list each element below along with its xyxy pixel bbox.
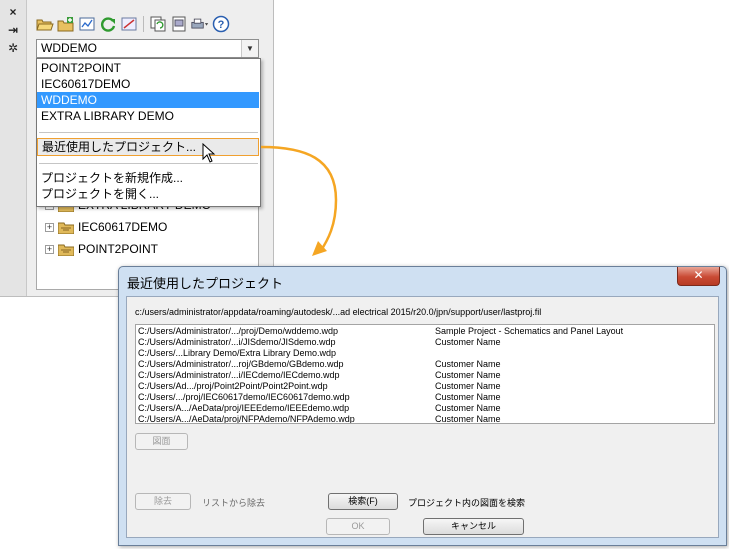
tree-item[interactable]: + POINT2POINT <box>45 240 158 258</box>
project-description: Customer Name <box>435 337 501 347</box>
expand-icon[interactable]: + <box>45 244 54 254</box>
dropdown-item-iec60617demo[interactable]: IEC60617DEMO <box>37 76 259 92</box>
close-icon[interactable]: × <box>6 5 20 19</box>
dropdown-item-wddemo[interactable]: WDDEMO <box>37 92 259 108</box>
plot-icon[interactable] <box>191 15 209 33</box>
dropdown-item-open-project[interactable]: プロジェクトを開く... <box>37 186 259 202</box>
ok-button[interactable]: OK <box>326 518 390 535</box>
cancel-button[interactable]: キャンセル <box>423 518 524 535</box>
dialog-title: 最近使用したプロジェクト <box>127 276 284 291</box>
project-path: C:/Users/Administrator/...roj/GBdemo/GBd… <box>138 359 344 369</box>
project-description: Customer Name <box>435 359 501 369</box>
close-button[interactable]: ✕ <box>677 267 720 286</box>
project-path: C:/Users/Administrator/...i/IECdemo/IECd… <box>138 370 340 380</box>
combo-value: WDDEMO <box>41 41 97 55</box>
tree-item-label: POINT2POINT <box>78 242 159 256</box>
expand-icon[interactable]: + <box>45 222 54 232</box>
properties-menu-icon[interactable]: ✲ <box>6 41 20 55</box>
report-icon[interactable] <box>170 15 188 33</box>
chevron-down-icon[interactable]: ▼ <box>241 40 258 57</box>
project-description: Customer Name <box>435 381 501 391</box>
project-description: Customer Name <box>435 414 501 424</box>
project-description: Sample Project - Schematics and Panel La… <box>435 326 624 336</box>
project-description: Customer Name <box>435 392 501 402</box>
palette-toolbar: ? <box>36 13 230 35</box>
project-path: C:/Users/A.../AeData/proj/NFPAdemo/NFPAd… <box>138 414 355 424</box>
dropdown-item-point2point[interactable]: POINT2POINT <box>37 60 259 76</box>
project-description: Customer Name <box>435 370 501 380</box>
project-path: C:/Users/Administrator/...i/JISdemo/JISd… <box>138 337 336 347</box>
remove-from-list-label: リストから除去 <box>202 498 266 508</box>
history-file-path: c:/users/administrator/appdata/roaming/a… <box>135 307 542 317</box>
project-folder-icon <box>58 244 74 256</box>
open-project-icon[interactable] <box>36 15 54 33</box>
mouse-pointer-icon <box>202 143 216 163</box>
refresh-icon[interactable] <box>99 15 117 33</box>
project-folder-icon <box>58 222 74 234</box>
dropdown-item-extra-library-demo[interactable]: EXTRA LIBRARY DEMO <box>37 108 259 124</box>
project-path: C:/Users/.../proj/IEC60617demo/IEC60617d… <box>138 392 350 402</box>
svg-text:?: ? <box>218 19 225 31</box>
toolbar-separator <box>143 16 144 32</box>
project-dropdown-list: POINT2POINT IEC60617DEMO WDDEMO EXTRA LI… <box>36 58 261 207</box>
remove-button[interactable]: 除去 <box>135 493 191 510</box>
autohide-icon[interactable]: ⇥ <box>6 23 20 37</box>
dropdown-separator <box>39 132 258 133</box>
project-path: C:/Users/Administrator/.../proj/Demo/wdd… <box>138 326 339 336</box>
recent-project-list[interactable]: C:/Users/Administrator/.../proj/Demo/wdd… <box>135 324 715 424</box>
dropdown-item-new-project[interactable]: プロジェクトを新規作成... <box>37 170 259 186</box>
copy-icon[interactable] <box>149 15 167 33</box>
drawings-button[interactable]: 図面 <box>135 433 188 450</box>
tree-item[interactable]: + IEC60617DEMO <box>45 218 167 236</box>
new-project-icon[interactable] <box>57 15 75 33</box>
project-path: C:/Users/...Library Demo/Extra Library D… <box>138 348 337 358</box>
project-description: Customer Name <box>435 403 501 413</box>
recent-projects-dialog: 最近使用したプロジェクト ✕ c:/users/administrator/ap… <box>118 266 727 546</box>
properties-icon[interactable] <box>78 15 96 33</box>
search-button[interactable]: 検索(F) <box>328 493 398 510</box>
palette-title-strip: × ⇥ ✲ <box>0 0 27 296</box>
dropdown-separator <box>39 163 258 164</box>
project-path: C:/Users/A.../AeData/proj/IEEEdemo/IEEEd… <box>138 403 350 413</box>
tree-item-label: IEC60617DEMO <box>78 220 168 234</box>
project-combobox[interactable]: WDDEMO ▼ <box>36 39 259 58</box>
help-icon[interactable]: ? <box>212 15 230 33</box>
update-icon[interactable] <box>120 15 138 33</box>
dialog-content: c:/users/administrator/appdata/roaming/a… <box>126 296 719 538</box>
search-drawings-label: プロジェクト内の図面を検索 <box>408 498 526 508</box>
project-path: C:/Users/Ad.../proj/Point2Point/Point2Po… <box>138 381 328 391</box>
dropdown-item-recent-projects[interactable]: 最近使用したプロジェクト... <box>37 138 259 156</box>
